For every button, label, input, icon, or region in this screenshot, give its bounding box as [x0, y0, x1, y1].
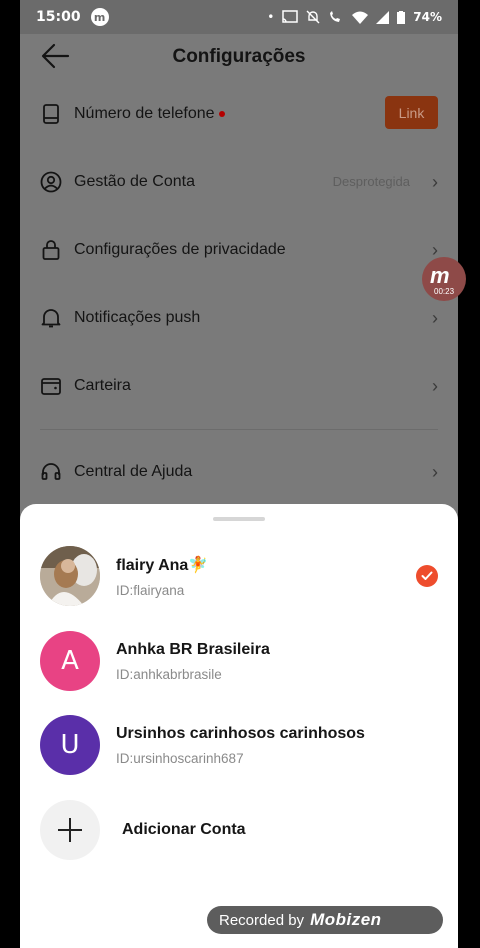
- recording-timer: 00:23: [434, 287, 455, 296]
- chevron-right-icon: ›: [432, 308, 438, 328]
- watermark-brand: Mobizen: [310, 910, 382, 929]
- avatar: [40, 546, 100, 606]
- account-name: Anhka BR Brasileira: [116, 640, 270, 658]
- divider: [40, 429, 438, 430]
- mobizen-status-icon: m: [90, 8, 109, 26]
- settings-item-help[interactable]: Central de Ajuda ›: [40, 452, 438, 492]
- check-icon: [416, 565, 438, 587]
- lock-icon: [40, 239, 62, 261]
- page-title: Configurações: [172, 46, 306, 67]
- avatar: U: [40, 715, 100, 775]
- settings-item-label: Carteira: [74, 377, 131, 394]
- settings-item-wallet[interactable]: Carteira ›: [40, 366, 438, 406]
- settings-item-account[interactable]: Gestão de Conta Desprotegida ›: [40, 162, 438, 202]
- avatar: A: [40, 631, 100, 691]
- account-item[interactable]: A Anhka BR Brasileira ID:anhkabrbrasile: [40, 630, 438, 692]
- wallet-icon: [40, 375, 62, 397]
- battery-level: 74%: [413, 10, 442, 24]
- avatar-initial: A: [61, 646, 79, 676]
- account-id: ID:flairyana: [116, 582, 185, 598]
- recorder-watermark: Recorded by Mobizen: [207, 906, 443, 934]
- cast-icon: [282, 10, 299, 23]
- chevron-right-icon: ›: [432, 172, 438, 192]
- settings-item-push[interactable]: Notificações push ›: [40, 298, 438, 338]
- account-name: flairy Ana🧚: [116, 556, 209, 574]
- signal-icon: [376, 10, 390, 24]
- bell-icon: [40, 307, 62, 329]
- avatar-initial: U: [60, 730, 80, 760]
- dot-icon: •: [267, 10, 275, 24]
- add-account-label: Adicionar Conta: [122, 821, 246, 838]
- chevron-right-icon: ›: [432, 462, 438, 482]
- settings-item-label: Central de Ajuda: [74, 463, 193, 480]
- chevron-right-icon: ›: [432, 376, 438, 396]
- account-item[interactable]: U Ursinhos carinhosos carinhosos ID:ursi…: [40, 714, 438, 776]
- status-bar: 15:00 m • 74%: [20, 0, 458, 34]
- mobizen-logo-icon: m: [430, 263, 450, 288]
- user-circle-icon: [40, 171, 62, 193]
- watermark-prefix: Recorded by: [219, 911, 305, 929]
- headset-icon: [40, 461, 62, 483]
- account-status: Desprotegida: [332, 174, 410, 189]
- account-id: ID:anhkabrbrasile: [116, 666, 222, 682]
- settings-item-phone[interactable]: Número de telefone Link: [40, 94, 438, 134]
- add-account-button[interactable]: Adicionar Conta: [40, 799, 438, 861]
- settings-item-privacy[interactable]: Configurações de privacidade ›: [40, 230, 438, 270]
- mute-icon: [306, 10, 320, 24]
- recorder-bubble[interactable]: m 00:23: [422, 257, 466, 301]
- notification-dot: [218, 111, 225, 117]
- phone-icon: [40, 103, 62, 125]
- wifi-icon: [352, 11, 369, 24]
- account-switcher-sheet: flairy Ana🧚 ID:flairyana A Anhka BR Bras…: [20, 504, 458, 948]
- account-id: ID:ursinhoscarinh687: [116, 750, 244, 766]
- wifi-call-icon: [330, 11, 341, 22]
- status-time: 15:00: [36, 9, 81, 25]
- settings-item-label: Número de telefone: [74, 105, 215, 122]
- battery-icon: [397, 10, 406, 24]
- account-item[interactable]: flairy Ana🧚 ID:flairyana: [40, 545, 438, 607]
- settings-item-label: Gestão de Conta: [74, 173, 195, 190]
- drag-handle[interactable]: [213, 517, 265, 521]
- account-name: Ursinhos carinhosos carinhosos: [116, 724, 365, 742]
- settings-item-label: Notificações push: [74, 309, 201, 326]
- header: Configurações: [20, 34, 458, 78]
- link-button[interactable]: Link: [385, 96, 438, 129]
- plus-icon: [40, 800, 100, 860]
- settings-item-label: Configurações de privacidade: [74, 241, 286, 258]
